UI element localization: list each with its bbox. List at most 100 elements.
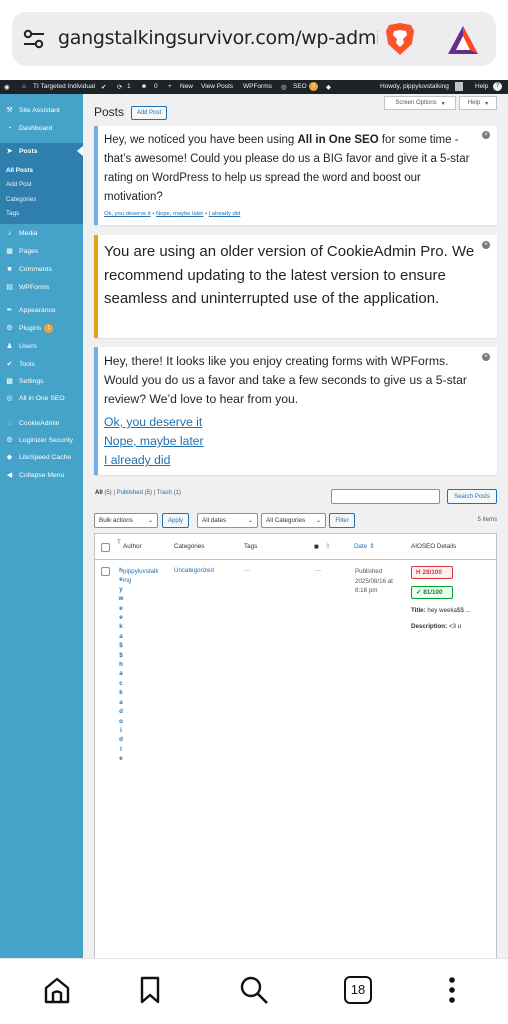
seo-icon[interactable]: ◎ bbox=[281, 83, 287, 91]
menu-plugins[interactable]: ⚙ Plugins 1 bbox=[0, 320, 83, 336]
comments-icon[interactable]: ■ bbox=[142, 83, 146, 90]
menu-all-in-one-seo[interactable]: ◎ All in One SEO bbox=[0, 390, 83, 406]
menu-dashboard[interactable]: ◔ Dashboard bbox=[0, 120, 83, 136]
already-did-link[interactable]: I already did bbox=[209, 211, 241, 217]
site-name-link[interactable]: TI Targeted Individual bbox=[33, 83, 95, 90]
filter-trash[interactable]: Trash bbox=[157, 490, 172, 496]
truseo-score-badge[interactable]: ✓ 81/100 bbox=[411, 586, 453, 599]
menu-collapse[interactable]: ◀ Collapse Menu bbox=[0, 467, 83, 483]
seo-link[interactable]: SEO bbox=[293, 83, 307, 90]
date-value: 2025/08/16 at bbox=[355, 577, 393, 585]
new-link[interactable]: New bbox=[180, 83, 193, 90]
apply-button[interactable]: Apply bbox=[162, 513, 189, 528]
help-tab-button[interactable]: Help ▾ bbox=[459, 96, 497, 110]
menu-label: Site Assistant bbox=[19, 106, 60, 114]
menu-media[interactable]: ♪ Media bbox=[0, 225, 83, 241]
brave-shields-icon[interactable] bbox=[384, 22, 416, 56]
browser-toolbar: gangstalkingsurvivor.com/wp-admin/edi bbox=[0, 0, 508, 80]
menu-site-assistant[interactable]: ⚒ Site Assistant bbox=[0, 102, 83, 118]
row-checkbox[interactable] bbox=[101, 567, 110, 576]
filter-button[interactable]: Filter bbox=[329, 513, 355, 528]
maybe-later-link[interactable]: Nope, maybe later bbox=[156, 211, 203, 217]
wpforms-link[interactable]: WPForms bbox=[243, 83, 272, 90]
category-link[interactable]: Uncategorized bbox=[174, 567, 214, 574]
filter-published[interactable]: Published bbox=[117, 490, 143, 496]
site-settings-icon[interactable] bbox=[22, 27, 46, 51]
score-value: 28/100 bbox=[422, 569, 442, 576]
close-icon[interactable]: × bbox=[482, 241, 490, 249]
title-char: $ bbox=[119, 642, 123, 650]
wordpress-logo-icon[interactable]: ◉ bbox=[4, 83, 10, 91]
home-icon[interactable] bbox=[42, 975, 72, 1005]
menu-label: Posts bbox=[19, 148, 38, 155]
updates-count[interactable]: 1 bbox=[127, 83, 131, 90]
media-icon: ♪ bbox=[7, 229, 12, 237]
chevron-down-icon: ⌄ bbox=[315, 518, 321, 524]
brave-rewards-icon[interactable] bbox=[446, 24, 480, 56]
already-did-link[interactable]: I already did bbox=[104, 453, 170, 467]
cookieadmin-update-notice: × You are using an older version of Cook… bbox=[94, 235, 497, 338]
maybe-later-link[interactable]: Nope, maybe later bbox=[104, 434, 204, 448]
select-value: All dates bbox=[202, 517, 227, 524]
select-value: All Categories bbox=[266, 517, 306, 524]
menu-appearance[interactable]: ✒ Appearance bbox=[0, 302, 83, 318]
menu-users[interactable]: ♟ Users bbox=[0, 338, 83, 354]
menu-cookieadmin[interactable]: ◌ CookieAdmin bbox=[0, 415, 83, 431]
avatar[interactable] bbox=[455, 82, 463, 91]
screen-options-button[interactable]: Screen Options ▾ bbox=[384, 96, 456, 110]
menu-loginizer[interactable]: ⚙ Loginizer Security bbox=[0, 432, 83, 448]
admin-sidebar: ⚒ Site Assistant ◔ Dashboard ➤ Posts All Po… bbox=[0, 94, 83, 958]
help-link[interactable]: Help bbox=[475, 83, 488, 90]
comments-value: — bbox=[315, 567, 322, 574]
check-icon: ✔ bbox=[101, 84, 107, 91]
menu-comments[interactable]: ■ Comments bbox=[0, 261, 83, 277]
deserve-it-link[interactable]: Ok, you deserve it bbox=[104, 415, 202, 429]
author-link[interactable]: pippyluvstalk ing bbox=[123, 567, 158, 585]
seo-score-badge[interactable]: H 28/100 bbox=[411, 566, 453, 579]
search-input[interactable] bbox=[331, 489, 440, 504]
view-posts-link[interactable]: View Posts bbox=[201, 83, 233, 90]
comment-bubble-icon[interactable]: ■ bbox=[314, 542, 319, 551]
category-filter-select[interactable]: All Categories ⌄ bbox=[261, 513, 326, 528]
menu-pages[interactable]: ▦ Pages bbox=[0, 243, 83, 259]
help-icon[interactable]: ? bbox=[493, 82, 502, 91]
bookmark-icon[interactable] bbox=[135, 975, 165, 1005]
select-all-checkbox[interactable] bbox=[101, 543, 110, 552]
tabs-count-button[interactable]: 18 bbox=[344, 976, 372, 1004]
add-post-button[interactable]: Add Post bbox=[131, 106, 167, 120]
column-title[interactable]: T bbox=[117, 539, 121, 546]
menu-litespeed[interactable]: ◆ LiteSpeed Cache bbox=[0, 449, 83, 465]
bulk-actions-select[interactable]: Bulk actions ⌄ bbox=[94, 513, 158, 528]
menu-wpforms[interactable]: ▤ WPForms bbox=[0, 279, 83, 295]
date-cell: Published 2025/08/16 at 8:16 pm bbox=[355, 567, 393, 596]
chevron-down-icon: ⌄ bbox=[147, 518, 153, 524]
updates-icon[interactable]: ⟳ bbox=[117, 83, 122, 91]
plus-icon[interactable]: + bbox=[168, 83, 172, 90]
url-text[interactable]: gangstalkingsurvivor.com/wp-admin/edi bbox=[58, 27, 378, 49]
column-date[interactable]: Date ⇕ bbox=[354, 543, 374, 550]
title-char: i bbox=[120, 726, 122, 734]
more-options-icon[interactable] bbox=[437, 975, 467, 1005]
submenu-tags[interactable]: Tags bbox=[0, 207, 83, 222]
date-time: 8:16 pm bbox=[355, 587, 378, 594]
submenu-categories[interactable]: Categories bbox=[0, 192, 83, 207]
comments-count[interactable]: 0 bbox=[154, 83, 158, 90]
menu-tools[interactable]: ✔ Tools bbox=[0, 356, 83, 372]
deserve-it-link[interactable]: Ok, you deserve it bbox=[104, 211, 151, 217]
column-tags: Tags bbox=[244, 543, 258, 550]
filter-all[interactable]: All bbox=[95, 490, 103, 496]
howdy-link[interactable]: Howdy, pippyluvstalking bbox=[380, 83, 449, 90]
sort-icon[interactable]: ⇕ bbox=[325, 543, 330, 550]
post-title-link[interactable]: h e y w e e k a $ $ h a c k a d o i d l bbox=[117, 566, 125, 764]
search-posts-button[interactable]: Search Posts bbox=[447, 489, 497, 504]
menu-posts[interactable]: ➤ Posts bbox=[0, 143, 83, 160]
litespeed-icon[interactable]: ◆ bbox=[326, 83, 331, 91]
main-content: Posts Add Post Screen Options ▾ Help ▾ × H… bbox=[83, 94, 508, 958]
close-icon[interactable]: × bbox=[482, 131, 490, 139]
menu-settings[interactable]: ▩ Settings bbox=[0, 373, 83, 389]
submenu-all-posts[interactable]: All Posts bbox=[0, 163, 83, 178]
menu-label: LiteSpeed Cache bbox=[19, 453, 72, 461]
submenu-add-post[interactable]: Add Post bbox=[0, 178, 83, 193]
date-filter-select[interactable]: All dates ⌄ bbox=[197, 513, 258, 528]
search-icon[interactable] bbox=[239, 975, 269, 1005]
